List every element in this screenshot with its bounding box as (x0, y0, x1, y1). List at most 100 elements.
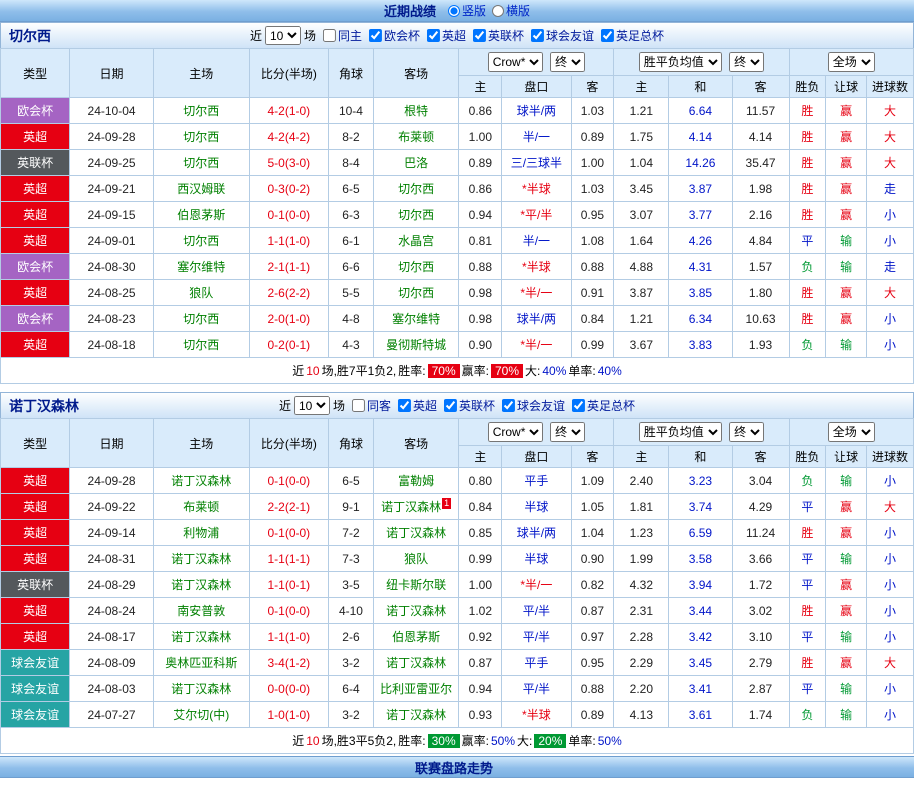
match-score-link[interactable]: 2-0(1-0) (249, 306, 328, 332)
league-filter[interactable]: 英超 (427, 27, 466, 44)
match-score-link[interactable]: 0-3(0-2) (249, 176, 328, 202)
team-name-link[interactable]: 诺丁汉森林 (9, 396, 79, 416)
home-team-link[interactable]: 南安普敦 (153, 598, 249, 624)
away-team-link[interactable]: 水晶宫 (373, 228, 459, 254)
home-team-link[interactable]: 伯恩茅斯 (153, 202, 249, 228)
home-team-link[interactable]: 切尔西 (153, 332, 249, 358)
home-team-link[interactable]: 诺丁汉森林 (153, 676, 249, 702)
home-team-link[interactable]: 西汉姆联 (153, 176, 249, 202)
home-team-link[interactable]: 狼队 (153, 280, 249, 306)
scope-select[interactable]: 全场 (828, 52, 875, 72)
home-team-link[interactable]: 切尔西 (153, 150, 249, 176)
match-score-link[interactable]: 1-1(0-1) (249, 572, 328, 598)
league-filter[interactable]: 欧会杯 (369, 27, 420, 44)
home-team-link[interactable]: 利物浦 (153, 520, 249, 546)
avg-select[interactable]: 胜平负均值 (639, 422, 722, 442)
match-score-link[interactable]: 4-2(1-0) (249, 98, 328, 124)
away-team-link[interactable]: 布莱顿 (373, 124, 459, 150)
match-score-link[interactable]: 1-1(1-0) (249, 228, 328, 254)
avg-stage-select[interactable]: 终 (729, 422, 764, 442)
away-team-link[interactable]: 狼队 (373, 546, 459, 572)
match-score-link[interactable]: 0-1(0-0) (249, 468, 328, 494)
home-team-link[interactable]: 艾尔切(中) (153, 702, 249, 728)
league-checkbox[interactable] (601, 29, 614, 42)
league-filter[interactable]: 球会友谊 (531, 27, 594, 44)
team-name-link[interactable]: 切尔西 (9, 26, 51, 46)
match-score-link[interactable]: 1-0(1-0) (249, 702, 328, 728)
odds-stage-select[interactable]: 终 (550, 52, 585, 72)
match-score-link[interactable]: 2-1(1-1) (249, 254, 328, 280)
away-team-link[interactable]: 纽卡斯尔联 (373, 572, 459, 598)
away-team-link[interactable]: 切尔西 (373, 254, 459, 280)
layout-radio-vertical[interactable]: 竖版 (448, 2, 486, 19)
match-score-link[interactable]: 5-0(3-0) (249, 150, 328, 176)
league-checkbox[interactable] (572, 399, 585, 412)
avg-stage-select[interactable]: 终 (729, 52, 764, 72)
match-score-link[interactable]: 1-1(1-1) (249, 546, 328, 572)
league-checkbox[interactable] (502, 399, 515, 412)
venue-filter[interactable]: 同客 (352, 397, 391, 414)
league-checkbox[interactable] (444, 399, 457, 412)
horizontal-radio-input[interactable] (492, 5, 504, 17)
away-team-link[interactable]: 巴洛 (373, 150, 459, 176)
scope-select[interactable]: 全场 (828, 422, 875, 442)
home-team-link[interactable]: 奥林匹亚科斯 (153, 650, 249, 676)
away-team-link[interactable]: 曼彻斯特城 (373, 332, 459, 358)
match-count-select[interactable]: 10 (294, 396, 330, 415)
odds-stage-select[interactable]: 终 (550, 422, 585, 442)
avg-select[interactable]: 胜平负均值 (639, 52, 722, 72)
league-checkbox[interactable] (473, 29, 486, 42)
home-team-link[interactable]: 塞尔维特 (153, 254, 249, 280)
venue-checkbox[interactable] (323, 29, 336, 42)
league-filter[interactable]: 英足总杯 (601, 27, 664, 44)
league-filter[interactable]: 英足总杯 (572, 397, 635, 414)
league-checkbox[interactable] (427, 29, 440, 42)
away-team-link[interactable]: 伯恩茅斯 (373, 624, 459, 650)
league-checkbox[interactable] (398, 399, 411, 412)
match-score-link[interactable]: 3-4(1-2) (249, 650, 328, 676)
bookmaker-select[interactable]: Crow* (488, 52, 543, 72)
match-score-link[interactable]: 1-1(1-0) (249, 624, 328, 650)
league-filter[interactable]: 英超 (398, 397, 437, 414)
away-team-link[interactable]: 诺丁汉森林 (373, 520, 459, 546)
league-checkbox[interactable] (369, 29, 382, 42)
home-team-link[interactable]: 切尔西 (153, 228, 249, 254)
away-team-link[interactable]: 塞尔维特 (373, 306, 459, 332)
venue-filter[interactable]: 同主 (323, 27, 362, 44)
home-team-link[interactable]: 切尔西 (153, 306, 249, 332)
venue-checkbox[interactable] (352, 399, 365, 412)
match-score-link[interactable]: 0-1(0-0) (249, 202, 328, 228)
away-team-link[interactable]: 诺丁汉森林 (373, 650, 459, 676)
league-checkbox[interactable] (531, 29, 544, 42)
home-team-link[interactable]: 诺丁汉森林 (153, 624, 249, 650)
home-team-link[interactable]: 切尔西 (153, 98, 249, 124)
match-score-link[interactable]: 4-2(4-2) (249, 124, 328, 150)
match-score-link[interactable]: 0-0(0-0) (249, 676, 328, 702)
away-team-link[interactable]: 富勒姆 (373, 468, 459, 494)
away-team-link[interactable]: 切尔西 (373, 280, 459, 306)
match-score-link[interactable]: 0-2(0-1) (249, 332, 328, 358)
away-team-link[interactable]: 根特 (373, 98, 459, 124)
league-filter[interactable]: 球会友谊 (502, 397, 565, 414)
away-team-link[interactable]: 切尔西 (373, 176, 459, 202)
layout-radio-horizontal[interactable]: 横版 (492, 2, 530, 19)
bookmaker-select[interactable]: Crow* (488, 422, 543, 442)
home-team-link[interactable]: 切尔西 (153, 124, 249, 150)
away-team-link[interactable]: 诺丁汉森林 (373, 702, 459, 728)
match-score-link[interactable]: 0-1(0-0) (249, 520, 328, 546)
match-score-link[interactable]: 2-2(2-1) (249, 494, 328, 520)
away-team-link[interactable]: 诺丁汉森林1 (373, 494, 459, 520)
league-filter[interactable]: 英联杯 (473, 27, 524, 44)
away-team-link[interactable]: 切尔西 (373, 202, 459, 228)
match-count-select[interactable]: 10 (265, 26, 301, 45)
home-team-link[interactable]: 诺丁汉森林 (153, 546, 249, 572)
home-team-link[interactable]: 诺丁汉森林 (153, 572, 249, 598)
away-team-link[interactable]: 比利亚雷亚尔 (373, 676, 459, 702)
match-score-link[interactable]: 0-1(0-0) (249, 598, 328, 624)
away-team-link[interactable]: 诺丁汉森林 (373, 598, 459, 624)
home-team-link[interactable]: 布莱顿 (153, 494, 249, 520)
league-filter[interactable]: 英联杯 (444, 397, 495, 414)
match-score-link[interactable]: 2-6(2-2) (249, 280, 328, 306)
vertical-radio-input[interactable] (448, 5, 460, 17)
home-team-link[interactable]: 诺丁汉森林 (153, 468, 249, 494)
